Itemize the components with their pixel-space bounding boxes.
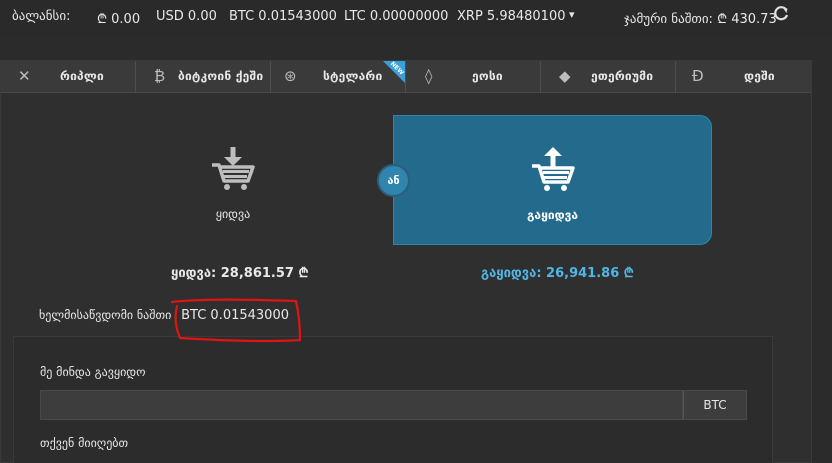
- tab-stellar-label: სტელარი: [323, 69, 383, 83]
- balance-gel: ₾ 0.00: [97, 12, 141, 27]
- eos-icon: ◊: [425, 67, 433, 85]
- balance-usd: USD 0.00: [156, 9, 217, 24]
- tab-eos[interactable]: ◊ ეოსი: [406, 61, 541, 93]
- cart-upload-icon: [531, 147, 575, 191]
- total-balance-label: ჯამური ნაშთი:: [624, 12, 713, 27]
- buy-label: ყიდვა: [215, 207, 251, 221]
- tab-ripple[interactable]: ✕ რიპლი: [1, 61, 136, 93]
- currency-tabs: ✕ რიპლი ₿ ბიტკოინ ქეში ⊛ სტელარი NEW ◊ ე…: [1, 60, 811, 93]
- balance-btc: BTC 0.01543000: [229, 9, 337, 24]
- balance-dropdown-chevron-down-icon[interactable]: ▾: [569, 8, 575, 21]
- balance-label: ბალანსი:: [12, 9, 71, 24]
- buy-price: ყიდვა: 28,861.57 ₾: [171, 266, 309, 281]
- sell-price: გაყიდვა: 26,941.86 ₾: [481, 266, 634, 281]
- total-balance-value: ₾ 430.73: [717, 12, 777, 27]
- sell-amount-input[interactable]: [40, 390, 683, 420]
- buy-option[interactable]: ყიდვა: [73, 115, 393, 245]
- stellar-icon: ⊛: [284, 67, 297, 85]
- tab-eos-label: ეოსი: [472, 69, 503, 83]
- tab-ethereum-label: ეთერიუმი: [591, 69, 654, 83]
- dash-icon: Ð: [692, 67, 704, 85]
- or-badge: ან: [377, 164, 410, 197]
- tab-dash-label: დეში: [744, 69, 775, 83]
- refresh-icon[interactable]: [773, 6, 789, 26]
- tab-stellar[interactable]: ⊛ სტელარი NEW: [271, 60, 406, 93]
- total-balance: ჯამური ნაშთი: ₾ 430.73: [624, 9, 777, 27]
- cart-download-icon: [212, 147, 255, 190]
- tab-ethereum[interactable]: ◆ ეთერიუმი: [541, 61, 676, 93]
- sell-option[interactable]: გაყიდვა: [393, 115, 712, 245]
- available-balance-label: ხელმისაწვდომი ნაშთი: [39, 308, 172, 322]
- balance-ltc: LTC 0.00000000: [344, 9, 449, 24]
- exchange-panel: ✕ რიპლი ₿ ბიტკოინ ქეში ⊛ სტელარი NEW ◊ ე…: [0, 60, 812, 463]
- balance-xrp: XRP 5.98480100: [457, 9, 566, 24]
- want-sell-label: მე მინდა გავყიდო: [40, 365, 146, 379]
- sell-form: მე მინდა გავყიდო BTC თქვენ მიიღებთ: [13, 336, 773, 463]
- balance-bar: ბალანსი: ₾ 0.00 USD 0.00 BTC 0.01543000 …: [0, 0, 832, 35]
- ripple-icon: ✕: [18, 67, 31, 85]
- bitcoin-cash-icon: ₿: [154, 67, 166, 85]
- tab-bitcoin-cash-label: ბიტკოინ ქეში: [178, 69, 264, 83]
- you-get-label: თქვენ მიიღებთ: [40, 436, 129, 450]
- tab-bitcoin-cash[interactable]: ₿ ბიტკოინ ქეში: [136, 61, 271, 93]
- tab-dash[interactable]: Ð დეში: [676, 61, 811, 93]
- ethereum-icon: ◆: [559, 67, 571, 85]
- sell-label: გაყიდვა: [526, 208, 579, 222]
- annotation-scribble: [170, 298, 302, 343]
- currency-addon: BTC: [683, 390, 747, 420]
- tab-ripple-label: რიპლი: [60, 69, 104, 83]
